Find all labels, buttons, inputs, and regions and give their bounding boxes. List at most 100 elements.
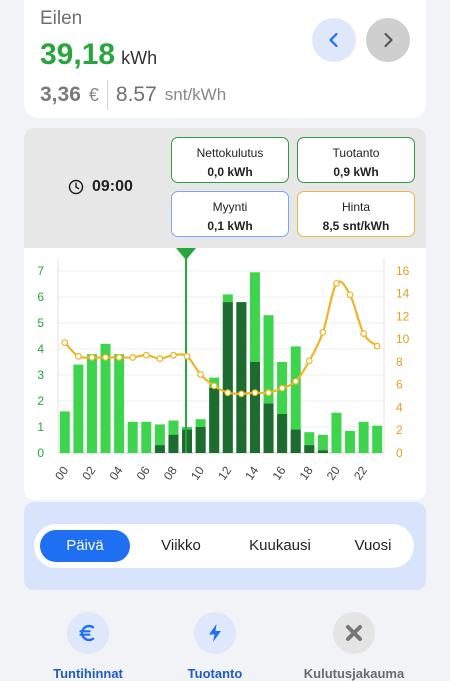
production-bar xyxy=(358,421,369,453)
cost-unit: € xyxy=(88,84,99,105)
bolt-icon xyxy=(194,612,236,654)
y-right-tick-label: 0 xyxy=(396,446,403,460)
price-point xyxy=(278,384,286,392)
price-point xyxy=(251,389,259,397)
price-point xyxy=(333,280,340,287)
y-right-tick-label: 6 xyxy=(396,378,403,392)
nav-consumption-breakdown[interactable]: Kulutusjakauma xyxy=(284,612,424,681)
y-right-tick-label: 12 xyxy=(396,309,410,323)
nav-production[interactable]: Tuotanto xyxy=(145,612,285,681)
x-tick-label: 16 xyxy=(269,463,288,482)
avg-price-unit: snt/kWh xyxy=(164,85,227,104)
x-tick-label: 14 xyxy=(242,463,261,482)
price-point xyxy=(74,352,82,360)
production-title: Tuotanto xyxy=(332,146,380,160)
production-bar xyxy=(141,421,152,453)
production-bar xyxy=(317,434,328,453)
next-day-button[interactable] xyxy=(366,18,410,62)
price-line xyxy=(63,280,378,395)
production-bar xyxy=(127,421,138,453)
price-point xyxy=(319,329,327,336)
chevron-right-icon xyxy=(384,32,393,48)
consumption-bar xyxy=(168,434,179,453)
price-point xyxy=(265,389,272,397)
x-tick-label: 18 xyxy=(297,463,316,482)
tab-day[interactable]: Päivä xyxy=(40,530,130,562)
consumption-bar xyxy=(277,414,288,453)
energy-total: 39,18 kWh xyxy=(40,38,157,72)
consumption-bar xyxy=(290,429,301,453)
euro-icon xyxy=(67,612,109,654)
cross-icon xyxy=(333,612,375,654)
price-box: Hinta 8,5 snt/kWh xyxy=(297,191,415,237)
consumption-bar xyxy=(209,388,220,453)
day-label: Eilen xyxy=(40,8,83,29)
sold-box: Myynti 0,1 kWh xyxy=(171,191,289,237)
clock-icon xyxy=(68,179,84,195)
y-left-tick-label: 5 xyxy=(37,316,44,330)
nav-hourly-prices[interactable]: Tuntihinnat xyxy=(18,612,158,681)
sold-value: 0,1 kWh xyxy=(207,219,253,233)
x-tick-label: 12 xyxy=(215,463,234,482)
consumption-bar xyxy=(154,445,165,453)
x-tick-label: 06 xyxy=(134,463,153,482)
price-point xyxy=(170,351,177,359)
x-tick-label: 04 xyxy=(106,463,125,482)
avg-price-value: 8.57 xyxy=(115,83,157,106)
production-bar xyxy=(372,425,383,453)
hourly-energy-chart[interactable]: 01234567024681012141600 02 04 06 08 10 12 14 16 1… xyxy=(24,248,426,500)
net-consumption-value: 0,0 kWh xyxy=(207,165,253,179)
consumption-bar xyxy=(222,302,233,453)
consumption-bar xyxy=(249,362,260,453)
consumption-bar xyxy=(317,450,328,453)
y-left-tick-label: 2 xyxy=(37,394,44,408)
price-point xyxy=(115,354,123,361)
production-bar xyxy=(86,354,97,453)
price-point xyxy=(183,352,191,360)
y-left-tick-label: 3 xyxy=(37,368,44,382)
tab-year[interactable]: Vuosi xyxy=(334,530,412,562)
sold-title: Myynti xyxy=(212,200,248,214)
x-tick-label: 10 xyxy=(188,463,207,482)
chevron-left-icon xyxy=(329,32,338,48)
y-right-tick-label: 2 xyxy=(396,423,403,437)
x-tick-label: 08 xyxy=(161,463,180,482)
y-left-tick-label: 1 xyxy=(37,420,44,434)
selected-time-value: 09:00 xyxy=(92,178,133,195)
net-consumption-box: Nettokulutus 0,0 kWh xyxy=(171,137,289,183)
price-point xyxy=(210,382,218,390)
price-point xyxy=(346,291,354,299)
y-right-tick-label: 10 xyxy=(396,332,410,346)
y-left-tick-label: 0 xyxy=(37,446,44,460)
production-bar xyxy=(331,412,342,453)
consumption-bar xyxy=(263,403,274,453)
y-right-tick-label: 16 xyxy=(396,264,410,278)
cost-value: 3,36 xyxy=(40,83,81,106)
energy-total-value: 39,18 xyxy=(40,38,116,71)
x-tick-label: 20 xyxy=(324,463,343,482)
production-value: 0,9 kWh xyxy=(333,165,379,179)
cost-row: 3,36 € 8.57 snt/kWh xyxy=(40,80,226,110)
hour-info-panel: 09:00 Nettokulutus 0,0 kWh Tuotanto 0,9 … xyxy=(24,128,426,248)
previous-day-button[interactable] xyxy=(312,18,356,62)
nav-consumption-breakdown-label: Kulutusjakauma xyxy=(303,666,405,681)
y-left-tick-label: 7 xyxy=(37,264,44,278)
tab-week[interactable]: Viikko xyxy=(142,530,220,562)
price-point xyxy=(88,354,96,361)
y-right-tick-label: 4 xyxy=(396,400,403,414)
price-point xyxy=(237,390,245,398)
price-point xyxy=(373,342,381,350)
price-point xyxy=(142,351,150,359)
price-point xyxy=(156,355,164,362)
price-divider xyxy=(106,80,108,110)
x-tick-label: 00 xyxy=(52,463,71,482)
nav-production-label: Tuotanto xyxy=(187,666,243,681)
selected-hour-marker xyxy=(176,248,197,260)
tab-month[interactable]: Kuukausi xyxy=(228,530,332,562)
price-point xyxy=(197,371,205,378)
net-consumption-title: Nettokulutus xyxy=(196,146,264,160)
energy-total-unit: kWh xyxy=(121,48,158,68)
production-bar xyxy=(59,411,70,453)
bottom-nav: Tuntihinnat Tuotanto Kulutusjakauma xyxy=(0,600,450,681)
production-bar xyxy=(114,354,125,453)
